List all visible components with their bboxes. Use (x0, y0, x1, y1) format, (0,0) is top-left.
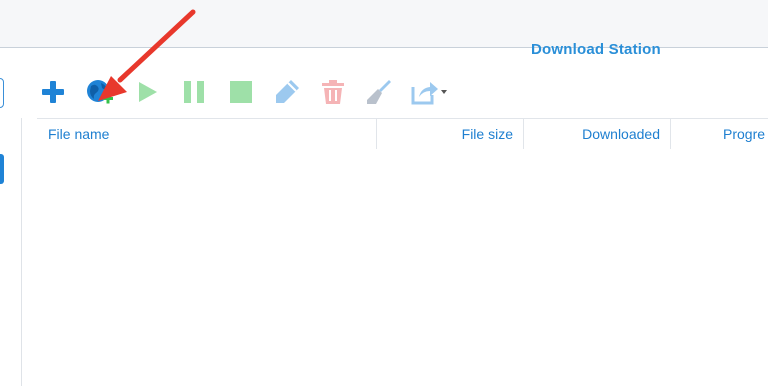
play-icon (139, 82, 157, 102)
create-task-button[interactable] (36, 74, 70, 110)
clear-completed-button[interactable] (362, 74, 396, 110)
sidebar-selected-tab[interactable] (0, 154, 4, 184)
pause-icon (184, 81, 204, 103)
globe-add-icon (87, 80, 113, 104)
column-header-file-size[interactable]: File size (377, 119, 524, 149)
trash-icon (322, 80, 344, 104)
pencil-icon (276, 80, 299, 103)
task-list-header: File name File size Downloaded Progre (37, 118, 768, 150)
pause-button[interactable] (177, 74, 211, 110)
share-menu-button[interactable] (408, 74, 450, 110)
create-task-from-url-button[interactable] (83, 74, 117, 110)
left-edge-button[interactable] (0, 78, 4, 108)
edit-button[interactable] (270, 74, 304, 110)
broom-icon (367, 80, 391, 104)
column-header-progress[interactable]: Progre (671, 119, 768, 149)
delete-button[interactable] (316, 74, 350, 110)
stop-icon (230, 81, 252, 103)
chevron-down-icon (441, 90, 447, 94)
stop-button[interactable] (224, 74, 258, 110)
column-header-downloaded[interactable]: Downloaded (524, 119, 671, 149)
share-icon (411, 82, 438, 105)
column-header-progress-label: Progre (723, 126, 766, 142)
resume-button[interactable] (130, 74, 164, 110)
plus-icon (42, 81, 64, 103)
app-title: Download Station (531, 41, 661, 58)
column-header-file-name[interactable]: File name (37, 119, 377, 149)
task-list-body (37, 149, 768, 386)
